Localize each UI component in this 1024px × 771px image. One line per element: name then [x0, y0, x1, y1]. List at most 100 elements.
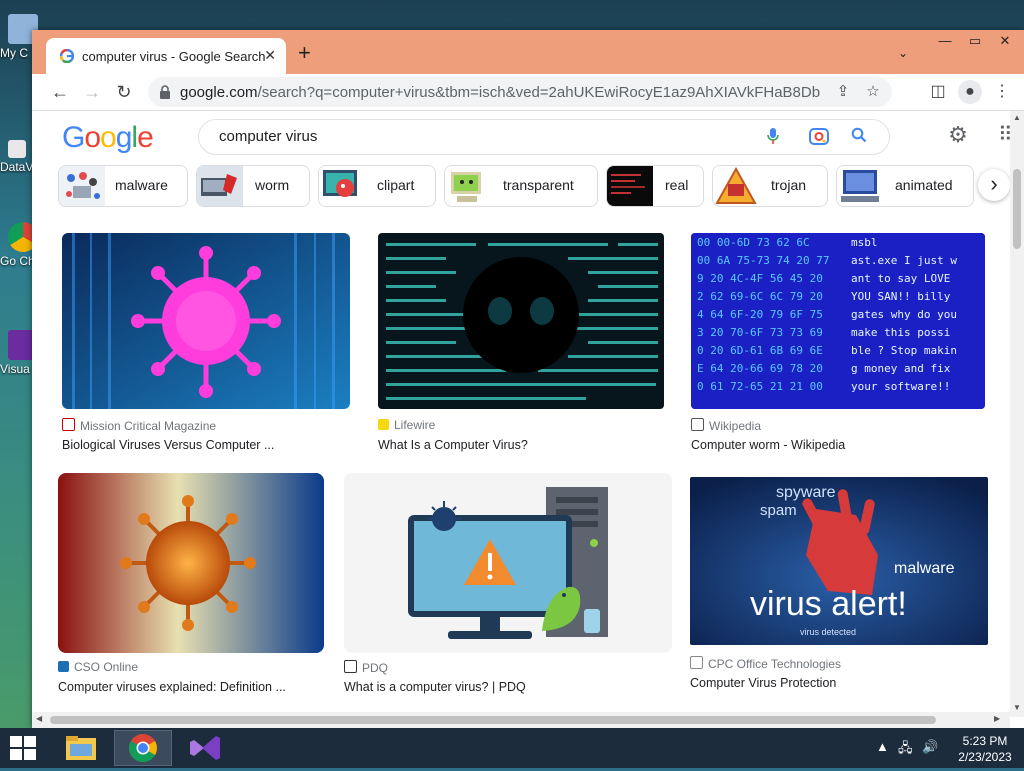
tab-search-chevron-icon[interactable]: ⌄: [898, 46, 908, 60]
chip-label: real: [665, 177, 689, 193]
result-title[interactable]: What is a computer virus? | PDQ: [344, 680, 526, 694]
horizontal-scrollbar[interactable]: ◀ ▶: [32, 712, 1010, 728]
address-bar[interactable]: google.com/search?q=computer+virus&tbm=i…: [148, 77, 892, 107]
google-logo[interactable]: Google: [62, 121, 154, 155]
close-window-button[interactable]: ✕: [990, 33, 1020, 53]
image-result[interactable]: Lifewire What Is a Computer Virus?: [378, 233, 664, 463]
result-source[interactable]: Mission Critical Magazine: [62, 418, 216, 433]
chip-clipart[interactable]: clipart: [318, 165, 436, 207]
image-result[interactable]: 00 00-6D 73 62 6C 00 6A 75-73 74 20 77 9…: [691, 233, 985, 463]
reload-icon[interactable]: ↻: [112, 80, 136, 104]
share-icon[interactable]: ⇪: [834, 83, 852, 101]
scroll-up-arrow-icon[interactable]: ▲: [1012, 113, 1022, 122]
result-title[interactable]: Computer viruses explained: Definition .…: [58, 680, 286, 694]
bookmark-star-icon[interactable]: ☆: [864, 83, 882, 101]
image-result[interactable]: PDQ What is a computer virus? | PDQ: [344, 473, 672, 703]
url-host: google.com: [180, 84, 258, 101]
virus-message-line: ble ? Stop makin: [851, 344, 957, 357]
chip-label: transparent: [503, 177, 574, 193]
image-result[interactable]: spyware spam malware virus alert! virus …: [690, 477, 990, 703]
image-result[interactable]: CSO Online Computer viruses explained: D…: [58, 473, 326, 703]
image-result[interactable]: Mission Critical Magazine Biological Vir…: [62, 233, 350, 463]
scroll-down-arrow-icon[interactable]: ▼: [1012, 703, 1022, 712]
source-name: Wikipedia: [709, 419, 762, 433]
vertical-scroll-thumb[interactable]: [1013, 169, 1021, 249]
desktop-icon-visual-studio[interactable]: Visua: [0, 330, 38, 376]
chip-thumbnail: [445, 166, 491, 206]
result-source[interactable]: Lifewire: [378, 418, 435, 432]
image-word-malware: malware: [894, 560, 955, 577]
hex-dump-line: 4 64 6F-20 79 6F 75: [697, 308, 823, 321]
browser-tab[interactable]: computer virus - Google Search ✕: [46, 38, 286, 74]
virus-message-line: ant to say LOVE: [851, 272, 950, 285]
vertical-scrollbar[interactable]: ▲ ▼: [1010, 111, 1024, 717]
result-image[interactable]: [58, 473, 324, 653]
google-apps-icon[interactable]: ⠿: [998, 125, 1010, 145]
taskbar-visual-studio[interactable]: [180, 730, 230, 766]
chip-worm[interactable]: worm: [196, 165, 310, 207]
result-source[interactable]: PDQ: [344, 660, 388, 675]
result-image[interactable]: [62, 233, 350, 409]
result-image[interactable]: 00 00-6D 73 62 6C 00 6A 75-73 74 20 77 9…: [691, 233, 985, 409]
volume-icon[interactable]: 🔊: [922, 739, 938, 755]
minimize-button[interactable]: —: [930, 33, 960, 53]
search-box[interactable]: computer virus: [198, 119, 890, 155]
chip-real[interactable]: real: [606, 165, 704, 207]
folder-icon: [66, 736, 96, 760]
image-word-spam: spam: [760, 502, 797, 519]
search-icon[interactable]: [849, 127, 869, 147]
chips-next-arrow-icon[interactable]: ›: [978, 169, 1010, 201]
tab-close-icon[interactable]: ✕: [264, 47, 276, 64]
chip-trojan[interactable]: trojan: [712, 165, 828, 207]
chrome-icon: [129, 734, 157, 762]
chip-animated[interactable]: animated: [836, 165, 974, 207]
chip-thumbnail: [837, 166, 883, 206]
result-image[interactable]: spyware spam malware virus alert! virus …: [690, 477, 988, 645]
browser-menu-icon[interactable]: ⋮: [990, 80, 1014, 104]
desktop-icon-datav[interactable]: DataV: [0, 140, 36, 174]
microphone-icon[interactable]: [763, 127, 783, 147]
side-panel-icon[interactable]: ◫: [926, 80, 950, 104]
maximize-button[interactable]: ▭: [960, 33, 990, 53]
chip-transparent[interactable]: transparent: [444, 165, 598, 207]
result-source[interactable]: CPC Office Technologies: [690, 656, 841, 671]
scroll-right-arrow-icon[interactable]: ▶: [994, 714, 1000, 723]
source-favicon-icon: [691, 418, 704, 431]
forward-arrow-icon[interactable]: →: [80, 80, 104, 104]
visual-studio-icon: [190, 736, 220, 760]
new-tab-button[interactable]: +: [298, 42, 311, 64]
hex-dump-line: 00 6A 75-73 74 20 77: [697, 254, 829, 267]
image-word-spyware: spyware: [776, 484, 836, 501]
settings-gear-icon[interactable]: ⚙: [946, 123, 970, 147]
result-source[interactable]: CSO Online: [58, 660, 138, 674]
source-favicon-icon: [344, 660, 357, 673]
search-input[interactable]: computer virus: [219, 128, 317, 145]
taskbar-file-explorer[interactable]: [56, 730, 106, 766]
result-title[interactable]: What Is a Computer Virus?: [378, 438, 528, 452]
back-arrow-icon[interactable]: ←: [48, 80, 72, 104]
desktop-icon-google-chrome[interactable]: Go Ch: [0, 222, 38, 268]
virus-message-line: msbl: [851, 236, 878, 249]
result-image[interactable]: [378, 233, 664, 409]
lock-icon: [160, 85, 170, 99]
system-clock[interactable]: 5:23 PM 2/23/2023: [950, 733, 1020, 765]
result-title[interactable]: Computer Virus Protection: [690, 676, 836, 690]
desktop-icon-my-computer[interactable]: My C: [0, 14, 38, 60]
chip-label: worm: [255, 177, 290, 193]
result-source[interactable]: Wikipedia: [691, 418, 761, 433]
profile-avatar-icon[interactable]: ●: [958, 80, 982, 104]
windows-start-icon[interactable]: [10, 736, 36, 760]
show-hidden-icons-chevron-icon[interactable]: ▲: [876, 739, 889, 754]
scroll-left-arrow-icon[interactable]: ◀: [36, 714, 42, 723]
lens-camera-icon[interactable]: [809, 127, 829, 147]
chip-malware[interactable]: malware: [58, 165, 188, 207]
url-path: /search?q=computer+virus&tbm=isch&ved=2a…: [257, 84, 820, 101]
desktop-icon-label: Go Ch: [0, 254, 35, 268]
result-title[interactable]: Biological Viruses Versus Computer ...: [62, 438, 274, 452]
desktop-icon-label: DataV: [0, 160, 34, 174]
taskbar-chrome[interactable]: [114, 730, 172, 766]
result-image[interactable]: [344, 473, 672, 653]
horizontal-scroll-thumb[interactable]: [50, 716, 936, 724]
result-title[interactable]: Computer worm - Wikipedia: [691, 438, 845, 452]
network-icon[interactable]: 🖧: [898, 739, 913, 761]
